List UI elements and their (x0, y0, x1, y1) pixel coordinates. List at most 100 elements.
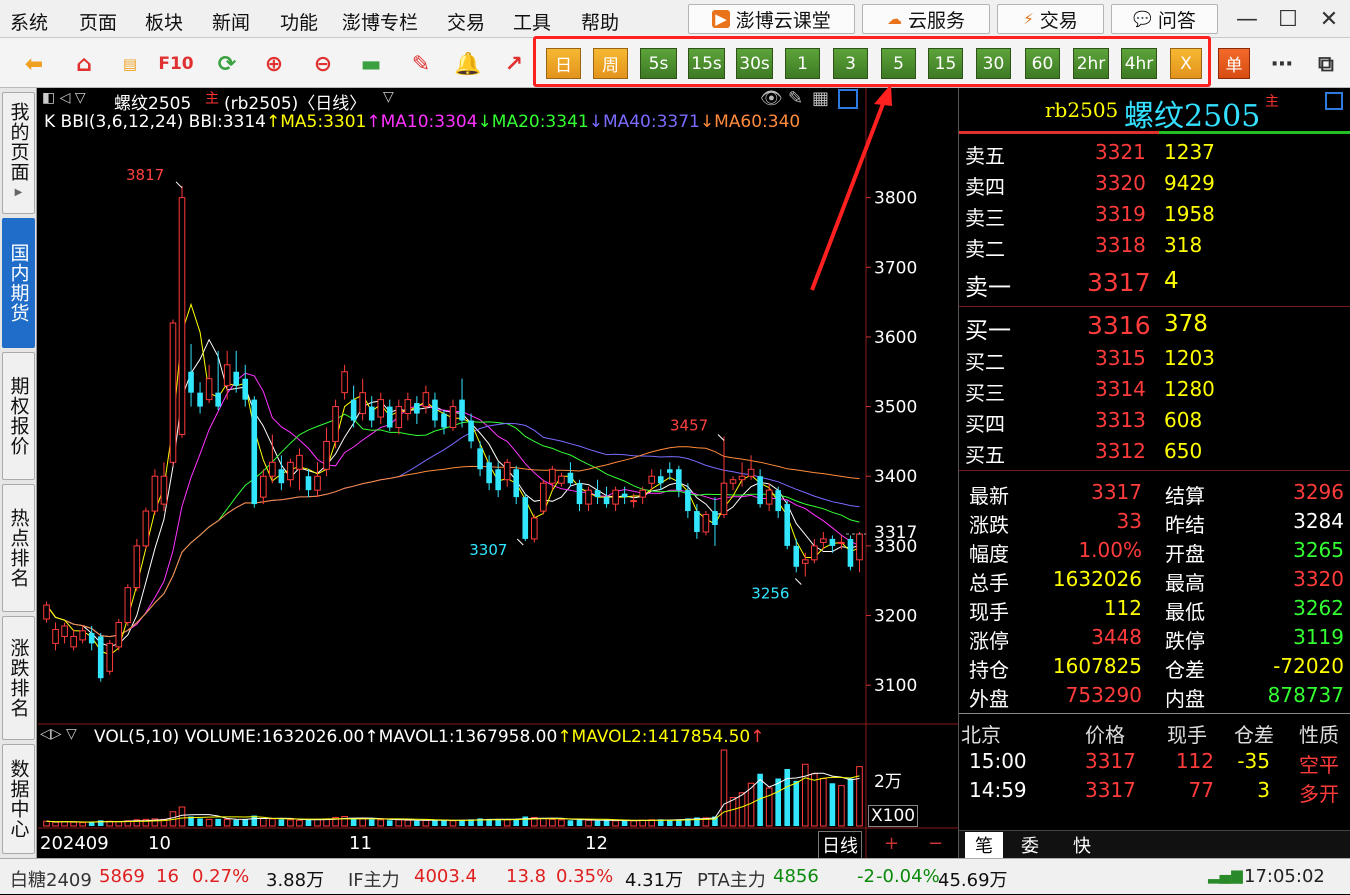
cloud-service-button[interactable]: ☁ 云服务 (862, 4, 990, 34)
cloud-classroom-button[interactable]: ▶ 澎博云课堂 (688, 4, 855, 34)
bid-price[interactable]: 3314 (1095, 377, 1146, 401)
tab-fast[interactable]: 快 (1073, 832, 1091, 858)
close-icon[interactable]: ✕ (1312, 2, 1346, 36)
stat-value: 1632026 (1052, 567, 1142, 591)
ask-price[interactable]: 3319 (1095, 202, 1146, 226)
bid-price[interactable]: 3313 (1095, 408, 1146, 432)
ask-price[interactable]: 3318 (1095, 233, 1146, 257)
restore-window-icon[interactable]: ⧉ (1310, 48, 1342, 80)
volume-bar (432, 819, 438, 826)
sidebar-tab-label: 热点排名 (7, 508, 30, 588)
quote-panel: rb2505 螺纹2505 主 卖五 3321 1237 卖四 3320 9429 卖三 33… (958, 88, 1350, 858)
candle-body (495, 469, 501, 491)
pencil-icon[interactable]: ✎ (405, 48, 437, 80)
window-stack-icon[interactable]: ▬ (355, 48, 387, 80)
vol-nav-icons[interactable]: ◁▷ ▽ (40, 726, 77, 742)
sidebar-tab-hot-rank[interactable]: 热点排名 (2, 484, 35, 612)
zoom-out-icon[interactable]: ⊖ (307, 48, 339, 80)
menu-news[interactable]: 新闻 (212, 8, 250, 35)
menu-help[interactable]: 帮助 (581, 8, 619, 35)
candle-body (359, 392, 366, 415)
trade-button[interactable]: ⚡ 交易 (997, 4, 1104, 34)
candle-body (530, 517, 538, 540)
candle-body (712, 511, 718, 525)
expand-panel-icon[interactable] (1325, 92, 1343, 110)
candle-body (811, 545, 818, 561)
order-button[interactable]: 单 (1218, 48, 1250, 79)
volume-bar (260, 817, 267, 827)
volume-bar (441, 820, 447, 826)
stat-value: 753290 (1065, 683, 1142, 707)
ticker-price: 4856 (773, 866, 819, 887)
minimize-icon[interactable]: — (1230, 2, 1264, 36)
tab-trades[interactable]: 笔 (965, 832, 1003, 858)
bid-price[interactable]: 3312 (1095, 439, 1146, 463)
back-arrow-icon[interactable]: ⬅ (18, 48, 50, 80)
maximize-icon[interactable]: ☐ (1271, 2, 1305, 36)
candle-body (422, 392, 430, 408)
ask-price[interactable]: 3320 (1095, 171, 1146, 195)
more-icon[interactable]: ⋯ (1266, 48, 1298, 80)
volume-bar (52, 821, 59, 827)
date-label: 202409 (40, 833, 109, 854)
ask-price[interactable]: 3317 (1087, 268, 1151, 297)
zoom-out-button[interactable]: − (928, 833, 943, 854)
sidebar-tab-change-rank[interactable]: 涨跌排名 (2, 616, 35, 740)
volume-bar (350, 818, 357, 826)
news-icon[interactable]: ▤ (114, 48, 146, 80)
sidebar-tab-data-center[interactable]: 数据中心 (2, 744, 35, 854)
qa-button[interactable]: 💬 问答 (1111, 4, 1218, 34)
menu-sector[interactable]: 板块 (145, 8, 183, 35)
bid-price[interactable]: 3315 (1095, 346, 1146, 370)
sidebar-tab-my-page[interactable]: 我的页面 ▶ (2, 92, 35, 214)
price-tick-label: 3500 (874, 398, 917, 418)
volume-bar (495, 819, 501, 826)
home-icon[interactable]: ⌂ (68, 48, 100, 80)
ticks-header-price: 价格 (1085, 723, 1125, 747)
alarm-bell-icon[interactable]: 🔔 (452, 48, 484, 80)
menu-trade[interactable]: 交易 (447, 8, 485, 35)
menu-column[interactable]: 澎博专栏 (342, 8, 418, 35)
highlight-box (533, 36, 1211, 87)
volume-bar (621, 820, 628, 826)
candle-body (188, 371, 194, 393)
tab-orders[interactable]: 委 (1021, 832, 1039, 858)
candle-body (142, 510, 150, 547)
stat-label: 现手 (969, 600, 1009, 624)
candle-body (61, 625, 68, 637)
f10-icon[interactable]: F10 (158, 48, 193, 80)
candle-body (205, 378, 213, 401)
volume-bar (223, 818, 231, 827)
low-annotation-pointer (516, 538, 524, 546)
trend-chart-icon[interactable]: ↗ (498, 48, 530, 80)
price-tick-label: 3200 (874, 607, 917, 627)
candle-body (468, 420, 474, 442)
vol-unit-label: X100 (868, 805, 919, 827)
ticker-name: PTA主力 (697, 870, 766, 891)
bid-level-label: 买四 (965, 412, 1005, 436)
date-label: 12 (585, 833, 608, 854)
tick-oi-change: 3 (1257, 778, 1270, 802)
candle-body (747, 468, 755, 477)
menu-tools[interactable]: 工具 (513, 8, 551, 35)
main-contract-mark: 主 (1265, 94, 1279, 110)
menu-page[interactable]: 页面 (79, 8, 117, 35)
ask-level-label: 卖三 (965, 206, 1005, 230)
volume-bar (422, 819, 430, 827)
zoom-in-icon[interactable]: ⊕ (258, 48, 290, 80)
stat-value: -72020 (1273, 654, 1344, 678)
candle-body (52, 628, 59, 644)
ask-volume: 1958 (1164, 202, 1215, 226)
sidebar-tab-options[interactable]: 期权报价 (2, 352, 35, 480)
volume-bar (503, 819, 511, 827)
ask-price[interactable]: 3321 (1095, 140, 1146, 164)
menu-system[interactable]: 系统 (10, 8, 48, 35)
sidebar-tab-domestic-futures[interactable]: 国内期货 (2, 218, 35, 348)
menu-function[interactable]: 功能 (280, 8, 318, 35)
stat-value: 3262 (1293, 596, 1344, 620)
ticker-change: -2 (857, 866, 875, 887)
stat-value: 3320 (1293, 567, 1344, 591)
refresh-icon[interactable]: ⟳ (211, 48, 243, 80)
zoom-in-button[interactable]: + (884, 833, 899, 854)
bid-price[interactable]: 3316 (1087, 311, 1151, 340)
